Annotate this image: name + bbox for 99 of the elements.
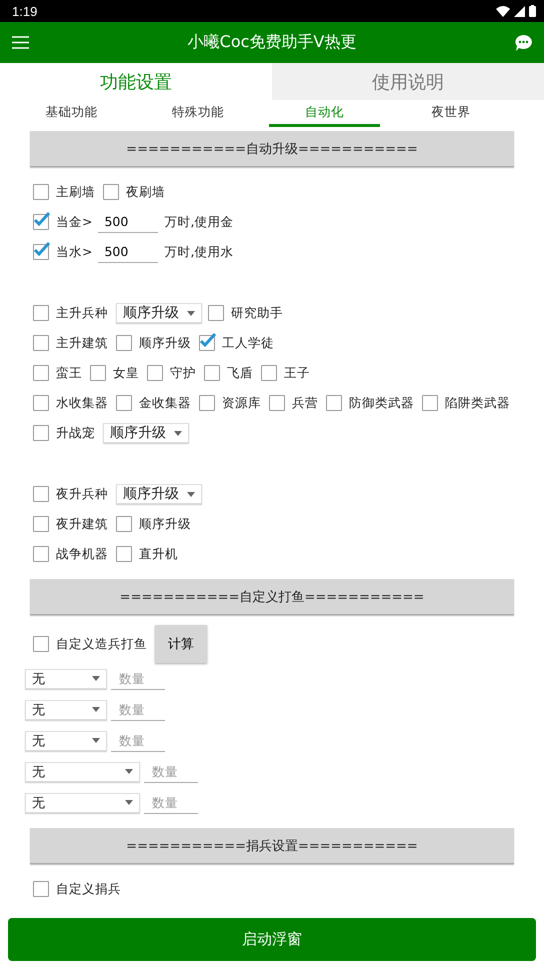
- checkbox[interactable]: [199, 395, 215, 411]
- checkbox-label: 女皇: [113, 364, 139, 382]
- checkbox[interactable]: [33, 425, 49, 441]
- dropdown[interactable]: 无: [25, 762, 140, 782]
- wifi-icon: [496, 6, 510, 16]
- checkbox-label: 主升建筑: [56, 334, 108, 352]
- caret-icon: [92, 676, 100, 681]
- caret-icon: [92, 707, 100, 712]
- checkbox-label: 当水>: [56, 244, 92, 260]
- checkbox-label: 研究助手: [231, 304, 283, 322]
- checkbox-label: 直升机: [139, 546, 178, 562]
- dropdown[interactable]: 无: [25, 700, 107, 720]
- status-time: 1:19: [12, 4, 38, 18]
- checkbox[interactable]: [116, 516, 132, 532]
- checkbox-label: 自定义造兵打鱼: [56, 636, 147, 652]
- dropdown-value: 无: [32, 732, 45, 750]
- section-header[interactable]: ===========自定义打鱼===========: [30, 579, 514, 615]
- checkbox-label: 夜升建筑: [56, 516, 108, 532]
- checkbox[interactable]: [116, 395, 132, 411]
- tab[interactable]: 使用说明: [272, 63, 544, 100]
- checkbox[interactable]: [33, 184, 49, 200]
- dropdown-value: 顺序升级: [110, 424, 166, 442]
- checkbox-label: 蛮王: [56, 364, 82, 382]
- caret-icon: [187, 310, 195, 316]
- tab[interactable]: 夜世界: [396, 100, 506, 127]
- checkbox[interactable]: [33, 516, 49, 532]
- caret-icon: [92, 738, 100, 743]
- checkbox[interactable]: [326, 395, 342, 411]
- checkbox-label: 夜升兵种: [56, 486, 108, 502]
- checkbox-label: 当金>: [56, 214, 92, 230]
- checkbox-label: 升战宠: [56, 424, 95, 442]
- checkbox[interactable]: [199, 335, 215, 351]
- checkbox[interactable]: [147, 365, 163, 381]
- checkbox[interactable]: [33, 486, 49, 502]
- tab[interactable]: 特殊功能: [142, 100, 253, 127]
- dropdown-value: 顺序升级: [123, 485, 179, 503]
- checkbox[interactable]: [33, 244, 49, 260]
- checkbox[interactable]: [208, 305, 224, 321]
- checkbox-label: 自定义捐兵: [56, 880, 121, 898]
- checkbox[interactable]: [33, 214, 49, 230]
- checkbox-label: 陷阱类武器: [445, 394, 510, 412]
- label: 万时,使用金: [164, 214, 234, 230]
- checkbox[interactable]: [33, 305, 49, 321]
- checkbox-label: 水收集器: [56, 394, 108, 412]
- tab[interactable]: 基础功能: [16, 100, 126, 127]
- menu-icon[interactable]: [12, 36, 29, 49]
- checkbox-label: 飞盾: [227, 364, 253, 382]
- caret-icon: [174, 430, 182, 436]
- caret-icon: [125, 769, 133, 774]
- dropdown-value: 顺序升级: [123, 304, 179, 322]
- checkbox-label: 守护: [170, 364, 196, 382]
- checkbox[interactable]: [204, 365, 220, 381]
- checkbox[interactable]: [103, 184, 119, 200]
- checkbox[interactable]: [33, 365, 49, 381]
- dropdown-value: 无: [32, 764, 45, 780]
- checkbox-label: 资源库: [222, 394, 261, 412]
- checkbox-label: 战争机器: [56, 546, 108, 562]
- chat-icon[interactable]: [514, 34, 532, 50]
- checkbox[interactable]: [422, 395, 438, 411]
- checkbox[interactable]: [33, 335, 49, 351]
- checkbox-label: 主升兵种: [56, 304, 108, 322]
- checkbox-label: 兵营: [292, 394, 318, 412]
- section-header[interactable]: ===========捐兵设置===========: [30, 828, 514, 864]
- dropdown-value: 无: [32, 670, 45, 688]
- checkbox-label: 夜刷墙: [126, 184, 165, 200]
- dropdown[interactable]: 无: [25, 730, 107, 750]
- checkbox[interactable]: [116, 546, 132, 562]
- start-button[interactable]: 启动浮窗: [8, 918, 536, 961]
- battery-icon: [529, 5, 536, 17]
- checkbox-label: 主刷墙: [56, 184, 95, 200]
- dropdown-value: 无: [32, 794, 45, 812]
- checkbox-label: 工人学徒: [222, 334, 274, 352]
- checkbox[interactable]: [33, 881, 49, 897]
- dropdown[interactable]: 无: [25, 792, 140, 812]
- caret-icon: [187, 492, 195, 496]
- checkbox-label: 顺序升级: [139, 516, 191, 532]
- label: 万时,使用水: [164, 244, 234, 260]
- tab[interactable]: 自动化: [269, 100, 380, 127]
- dropdown-value: 无: [32, 702, 45, 718]
- dropdown[interactable]: 顺序升级: [103, 423, 189, 443]
- checkbox[interactable]: [33, 395, 49, 411]
- dropdown[interactable]: 顺序升级: [116, 484, 202, 504]
- signal-icon: [514, 6, 525, 16]
- checkbox[interactable]: [33, 546, 49, 562]
- checkbox-label: 金收集器: [139, 394, 191, 412]
- dropdown[interactable]: 无: [25, 668, 107, 688]
- checkbox[interactable]: [90, 365, 106, 381]
- checkbox[interactable]: [116, 335, 132, 351]
- checkbox[interactable]: [269, 395, 285, 411]
- section-header[interactable]: ===========自动升级===========: [30, 131, 514, 167]
- checkbox[interactable]: [261, 365, 277, 381]
- calculate-button[interactable]: 计算: [155, 625, 207, 663]
- app-title: 小曦Coc免费助手V热更: [188, 32, 356, 53]
- checkbox[interactable]: [33, 636, 49, 652]
- checkbox-label: 王子: [284, 364, 310, 382]
- caret-icon: [125, 800, 133, 805]
- checkbox-label: 防御类武器: [349, 394, 414, 412]
- checkbox-label: 顺序升级: [139, 334, 191, 352]
- dropdown[interactable]: 顺序升级: [116, 303, 202, 323]
